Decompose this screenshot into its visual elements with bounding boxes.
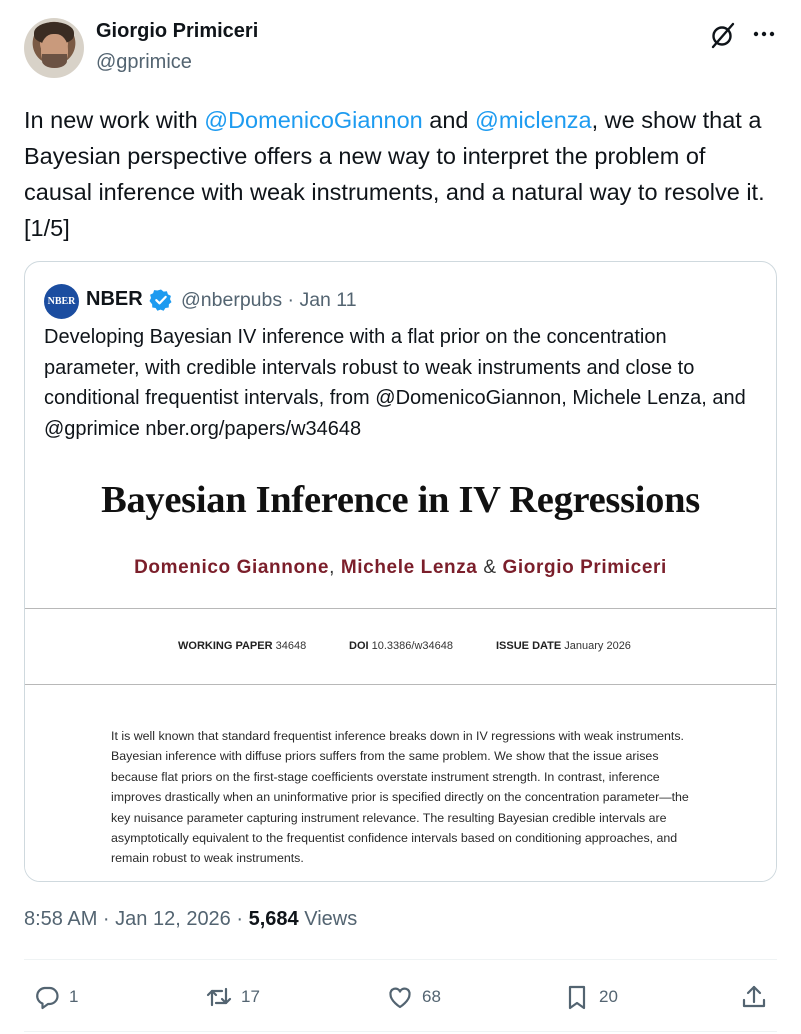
tweet-text-part: In new work with: [24, 107, 205, 133]
paper-issue-date: ISSUE DATE January 2026: [496, 640, 631, 652]
paper-working-paper: WORKING PAPER 34648: [178, 640, 306, 652]
paper-abstract: It is well known that standard frequenti…: [111, 729, 689, 866]
paper-meta-value: 34648: [275, 640, 307, 652]
paper-author: Giorgio Primiceri: [502, 557, 667, 578]
tweet-text-part: and: [422, 107, 476, 133]
author-handle[interactable]: @gprimice: [96, 51, 192, 74]
paper-authors: Domenico Giannone, Michele Lenza & Giorg…: [25, 557, 776, 579]
tweet-text: In new work with @DomenicoGiannon and @m…: [24, 102, 774, 246]
mention-link[interactable]: @miclenza: [475, 107, 592, 133]
views-label: Views: [298, 908, 358, 930]
bookmark-button[interactable]: 20: [563, 982, 618, 1012]
verified-badge-icon: [149, 289, 172, 311]
quoted-tweet[interactable]: NBER NBER @nberpubs · Jan 11 Developing …: [24, 261, 777, 882]
paper-author: Michele Lenza: [340, 557, 478, 578]
paper-meta-label: ISSUE DATE: [496, 640, 562, 652]
views-count: 5,684: [248, 908, 299, 930]
paper-divider: [25, 608, 776, 609]
avatar[interactable]: [24, 18, 84, 78]
paper-image[interactable]: Bayesian Inference in IV Regressions Dom…: [25, 462, 776, 881]
like-icon: [389, 987, 411, 1009]
quote-text: Developing Bayesian IV inference with a …: [44, 326, 746, 440]
tweet-timestamp: 8:58 AM · Jan 12, 2026 · 5,684 Views: [24, 908, 357, 931]
like-count: 68: [422, 987, 441, 1006]
like-button[interactable]: 68: [386, 982, 441, 1012]
paper-meta-label: DOI: [349, 640, 369, 652]
share-icon: [742, 985, 766, 1008]
mention-link[interactable]: @DomenicoGiannon: [204, 107, 423, 133]
tweet-time[interactable]: 8:58 AM · Jan 12, 2026 ·: [24, 908, 249, 930]
paper-author: Domenico Giannone: [134, 557, 330, 578]
paper-meta-value: 10.3386/w34648: [371, 640, 453, 652]
avatar-beard: [42, 54, 67, 68]
share-button[interactable]: [740, 982, 776, 1012]
bookmark-count: 20: [599, 987, 618, 1006]
paper-author-separator: ,: [329, 557, 335, 578]
repost-button[interactable]: 17: [205, 982, 260, 1012]
author-name[interactable]: Giorgio Primiceri: [96, 20, 258, 43]
paper-author-separator: &: [483, 557, 497, 578]
paper-meta-label: WORKING PAPER: [178, 640, 273, 652]
reply-count: 1: [69, 987, 79, 1006]
divider: [24, 1031, 777, 1032]
reply-icon: [36, 986, 59, 1010]
repost-icon: [206, 987, 232, 1007]
grok-icon[interactable]: [708, 20, 738, 50]
paper-title: Bayesian Inference in IV Regressions: [101, 479, 700, 521]
divider: [24, 959, 777, 960]
quote-meta: @nberpubs · Jan 11: [181, 289, 357, 311]
repost-count: 17: [241, 987, 260, 1006]
paper-doi: DOI 10.3386/w34648: [349, 640, 453, 652]
reply-button[interactable]: 1: [33, 982, 78, 1012]
bookmark-icon: [568, 985, 586, 1010]
quote-author-name[interactable]: NBER: [86, 288, 143, 311]
nber-logo[interactable]: NBER: [44, 284, 79, 319]
paper-meta-value: January 2026: [564, 640, 631, 652]
more-icon[interactable]: [750, 20, 778, 48]
paper-divider: [25, 684, 776, 685]
